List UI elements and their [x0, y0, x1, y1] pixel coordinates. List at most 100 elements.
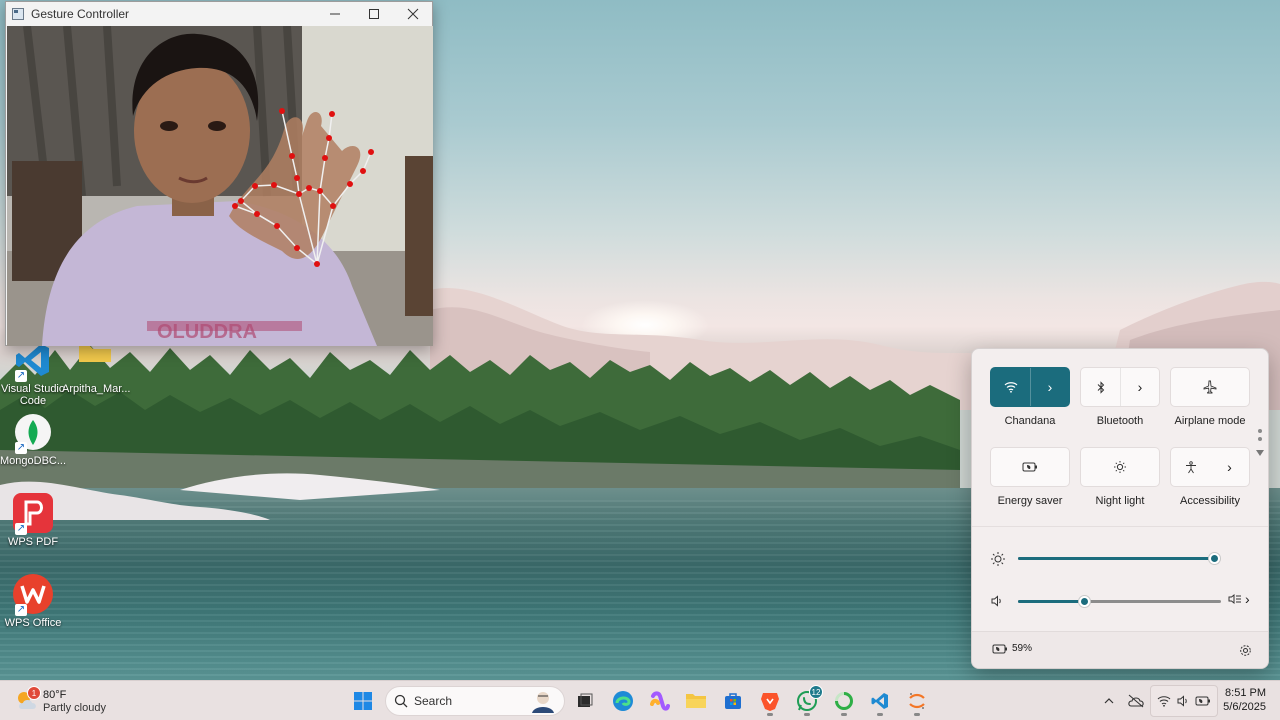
store-button[interactable] — [717, 685, 749, 717]
wifi-toggle[interactable] — [991, 368, 1030, 406]
search-icon — [394, 694, 408, 708]
bluetooth-icon — [1097, 380, 1104, 394]
volume-slider-fill — [1018, 600, 1085, 603]
running-indicator — [877, 713, 883, 716]
desktop-icon-label: Visual Studio Code — [0, 383, 65, 407]
settings-gear-icon[interactable] — [1239, 644, 1252, 657]
brightness-icon — [991, 552, 1005, 566]
airplane-mode-tile-label: Airplane mode — [1174, 415, 1246, 427]
file-explorer-button[interactable] — [680, 685, 712, 717]
camera-feed: OLUDDRA — [7, 26, 433, 346]
window-titlebar[interactable]: Gesture Controller — [6, 2, 432, 26]
start-button[interactable] — [347, 685, 379, 717]
accessibility-toggle[interactable] — [1171, 448, 1210, 486]
desktop-icon-wps-office[interactable]: ↗ WPS Office — [0, 574, 66, 629]
night-light-tile[interactable] — [1080, 447, 1160, 487]
running-indicator — [841, 713, 847, 716]
clock-button[interactable]: 8:51 PM 5/6/2025 — [1220, 687, 1266, 717]
folder-icon — [75, 340, 115, 380]
jupyter-button[interactable] — [901, 685, 933, 717]
bluetooth-tile-label: Bluetooth — [1096, 415, 1144, 427]
maximize-button[interactable] — [354, 2, 393, 26]
windows-icon — [354, 692, 372, 710]
mongodb-compass-icon: ↗ — [13, 412, 53, 454]
whatsapp-button[interactable]: 12 — [791, 685, 823, 717]
window-title: Gesture Controller — [31, 7, 130, 21]
brightness-slider-thumb[interactable] — [1207, 552, 1221, 565]
weather-alert-badge: 1 — [27, 686, 41, 700]
jupyter-icon — [909, 693, 925, 709]
quick-settings-footer: 59% — [972, 631, 1268, 668]
wifi-icon — [1157, 696, 1171, 707]
minimize-button[interactable] — [315, 2, 354, 26]
energy-saver-tile[interactable] — [990, 447, 1070, 487]
task-view-icon — [578, 693, 593, 707]
quick-settings-panel[interactable]: › Chandana › Bluetooth Airplane mode Ene… — [971, 348, 1269, 669]
scroll-down-icon — [1256, 450, 1264, 456]
bluetooth-expand-button[interactable]: › — [1120, 368, 1159, 406]
accessibility-icon — [1185, 460, 1196, 473]
brightness-slider[interactable] — [1018, 552, 1221, 565]
audio-output-button[interactable]: › — [1228, 592, 1250, 606]
desktop-icon-mongodb[interactable]: ↗ MongoDBC... — [0, 412, 66, 467]
wallpaper-snow-rocks — [0, 473, 440, 520]
desktop-icon-label: WPS PDF — [7, 536, 59, 548]
edge-icon — [613, 691, 633, 711]
loading-app-button[interactable] — [828, 685, 860, 717]
folder-icon — [686, 694, 706, 708]
accessibility-expand-button[interactable]: › — [1210, 448, 1249, 486]
vscode-taskbar-button[interactable] — [864, 685, 896, 717]
weather-widget[interactable]: 1 80°F Partly cloudy — [14, 686, 124, 716]
separator — [972, 526, 1268, 527]
search-highlight-icon — [532, 692, 554, 713]
speaker-icon — [1177, 695, 1187, 707]
shortcut-arrow-icon: ↗ — [15, 604, 27, 616]
page-indicator[interactable] — [1256, 429, 1264, 459]
volume-slider-thumb[interactable] — [1078, 595, 1092, 608]
shortcut-arrow-icon: ↗ — [15, 370, 27, 382]
task-view-button[interactable] — [569, 685, 601, 717]
battery-status[interactable]: 59% — [992, 643, 1032, 654]
page-dot — [1258, 437, 1262, 441]
wifi-tile-label: Chandana — [1004, 415, 1056, 427]
volume-slider[interactable] — [1018, 595, 1221, 608]
close-icon — [407, 8, 418, 20]
copilot-icon — [650, 691, 670, 711]
shortcut-arrow-icon: ↗ — [15, 442, 27, 454]
airplane-mode-tile[interactable] — [1170, 367, 1250, 407]
chevron-right-icon: › — [1245, 591, 1250, 607]
audio-output-icon — [1228, 593, 1241, 605]
show-hidden-icons-button[interactable] — [1097, 685, 1121, 717]
vscode-icon: ↗ — [13, 340, 53, 382]
energy-saver-icon — [1022, 462, 1037, 472]
edge-button[interactable] — [607, 685, 639, 717]
desktop-icon-folder[interactable]: Arpitha_Mar... — [62, 340, 131, 395]
search-label: Search — [414, 694, 453, 708]
close-button[interactable] — [393, 2, 432, 26]
taskbar: 1 80°F Partly cloudy Search 12 8:51 PM 5… — [0, 680, 1280, 720]
onedrive-tray-button[interactable] — [1123, 685, 1149, 717]
battery-saver-icon — [992, 644, 1007, 653]
wifi-expand-button[interactable]: › — [1030, 368, 1069, 406]
bluetooth-tile[interactable]: › — [1080, 367, 1160, 407]
network-volume-battery-tray[interactable] — [1150, 685, 1218, 717]
brightness-slider-fill — [1018, 557, 1214, 560]
brave-button[interactable] — [754, 685, 786, 717]
notification-badge: 12 — [809, 685, 823, 699]
chevron-right-icon: › — [1227, 459, 1232, 475]
battery-saver-icon — [1195, 696, 1210, 706]
chevron-right-icon: › — [1137, 379, 1143, 395]
app-window-icon — [12, 8, 24, 20]
spinner-icon — [835, 692, 853, 710]
desktop-icon-vscode[interactable]: ↗ Visual Studio Code — [0, 340, 66, 407]
copilot-button[interactable] — [644, 685, 676, 717]
accessibility-tile[interactable]: › — [1170, 447, 1250, 487]
desktop-icon-label: Arpitha_Mar... — [62, 383, 131, 395]
desktop-icon-wps-pdf[interactable]: ↗ WPS PDF — [0, 493, 66, 548]
wps-pdf-icon: ↗ — [13, 493, 53, 535]
taskbar-search[interactable]: Search — [385, 686, 565, 716]
bluetooth-toggle[interactable] — [1081, 368, 1120, 406]
gesture-controller-window[interactable]: Gesture Controller OLUDDRA — [5, 1, 433, 346]
speaker-icon[interactable] — [990, 594, 1004, 608]
wifi-tile[interactable]: › — [990, 367, 1070, 407]
